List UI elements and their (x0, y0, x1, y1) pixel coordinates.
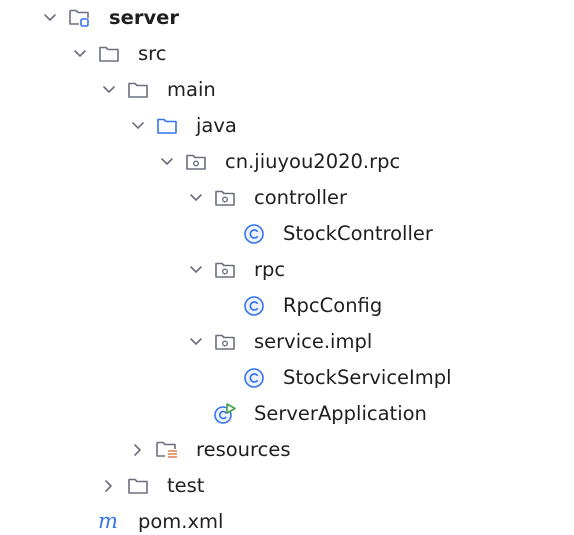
tree-node-server-application[interactable]: ServerApplication (0, 396, 574, 432)
tree-node-label: src (138, 42, 167, 65)
tree-node-stock-controller[interactable]: StockController (0, 216, 574, 252)
tree-node-service-impl[interactable]: service.impl (0, 324, 574, 360)
resources-folder-icon (154, 432, 180, 468)
tree-node-java[interactable]: java (0, 108, 574, 144)
tree-node-label: StockController (283, 222, 433, 245)
chevron-down-icon[interactable] (70, 36, 90, 72)
tree-node-label: service.impl (254, 330, 373, 353)
tree-node-label: cn.jiuyou2020.rpc (225, 150, 401, 173)
tree-node-main[interactable]: main (0, 72, 574, 108)
chevron-down-icon[interactable] (186, 180, 206, 216)
svg-text:m: m (98, 511, 118, 533)
chevron-right-icon[interactable] (128, 432, 148, 468)
chevron-down-icon[interactable] (186, 324, 206, 360)
package-icon (212, 324, 238, 360)
class-icon (241, 360, 267, 396)
tree-node-label: resources (196, 438, 291, 461)
folder-icon (96, 36, 122, 72)
package-icon (183, 144, 209, 180)
tree-node-label: rpc (254, 258, 286, 281)
package-icon (212, 252, 238, 288)
package-icon (212, 180, 238, 216)
module-folder-icon (67, 0, 93, 36)
tree-node-package-root[interactable]: cn.jiuyou2020.rpc (0, 144, 574, 180)
tree-node-rpc[interactable]: rpc (0, 252, 574, 288)
chevron-down-icon[interactable] (40, 0, 60, 36)
tree-node-test[interactable]: test (0, 468, 574, 504)
folder-icon (125, 72, 151, 108)
chevron-down-icon[interactable] (128, 108, 148, 144)
tree-node-rpc-config[interactable]: RpcConfig (0, 288, 574, 324)
tree-node-label: StockServiceImpl (283, 366, 452, 389)
tree-node-server[interactable]: server (0, 0, 574, 36)
tree-node-label: pom.xml (138, 510, 224, 533)
tree-node-label: main (167, 78, 216, 101)
source-folder-icon (154, 108, 180, 144)
class-icon (241, 288, 267, 324)
class-icon (241, 216, 267, 252)
tree-node-resources[interactable]: resources (0, 432, 574, 468)
tree-node-pom-xml[interactable]: m pom.xml (0, 504, 574, 535)
tree-node-stock-service-impl[interactable]: StockServiceImpl (0, 360, 574, 396)
tree-node-src[interactable]: src (0, 36, 574, 72)
maven-icon: m (96, 504, 122, 535)
tree-node-label: test (167, 474, 205, 497)
project-tree: server src main java cn.jiuyou2020.rpc c… (0, 0, 574, 535)
folder-icon (125, 468, 151, 504)
chevron-down-icon[interactable] (186, 252, 206, 288)
tree-node-label: RpcConfig (283, 294, 383, 317)
tree-node-label: server (109, 6, 180, 29)
tree-node-label: controller (254, 186, 348, 209)
tree-node-controller[interactable]: controller (0, 180, 574, 216)
spring-boot-class-icon (212, 396, 238, 432)
chevron-right-icon[interactable] (99, 468, 119, 504)
tree-node-label: ServerApplication (254, 402, 427, 425)
tree-node-label: java (196, 114, 237, 137)
chevron-down-icon[interactable] (157, 144, 177, 180)
chevron-down-icon[interactable] (99, 72, 119, 108)
